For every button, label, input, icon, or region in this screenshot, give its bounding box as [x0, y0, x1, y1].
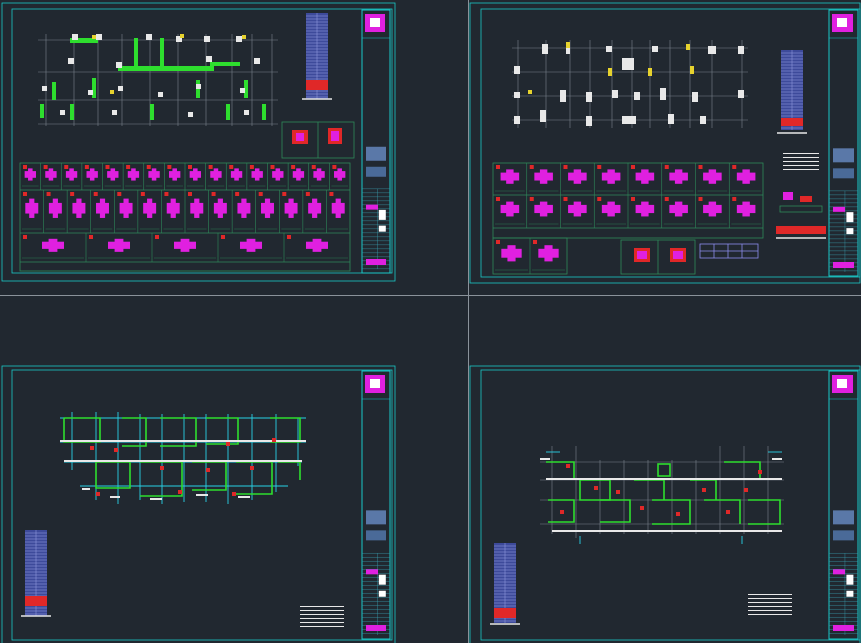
sheet-2-column-marks	[514, 44, 744, 126]
viewport-split-lines	[0, 0, 861, 643]
title-block-stamp	[828, 9, 859, 277]
title-block-stamp	[828, 370, 859, 640]
sheet-4-wall-outlines	[546, 461, 781, 525]
sheet-4-stair-core	[657, 463, 671, 477]
sheet-2-column-grid-plan	[512, 40, 748, 128]
sheet-4-rebar-marks	[560, 464, 762, 516]
sheet-2-inner-frame	[480, 8, 861, 278]
sheet-3-outer-frame	[1, 365, 396, 643]
sheet-2-stair-detail	[699, 243, 759, 259]
title-block-stamp	[361, 370, 391, 640]
sheet-3[interactable]	[1, 365, 396, 643]
sheet-3-floor-plan	[60, 412, 306, 504]
sheet-3-notes-block	[300, 606, 344, 627]
sheet-1-column-detail-table	[19, 162, 351, 272]
sheet-4-outer-frame	[469, 365, 861, 643]
building-elevation-key-icon	[21, 530, 51, 617]
sheet-2-notes-block	[776, 153, 826, 239]
sheet-3-wall-outlines	[63, 417, 301, 497]
sheet-3-axis-lines	[60, 412, 306, 504]
sheet-1-column-grid-plan	[38, 34, 278, 126]
building-elevation-key-icon	[490, 543, 520, 625]
sheet-3-inner-frame	[11, 369, 393, 641]
sheet-2-outer-frame	[469, 2, 861, 284]
cad-drawing-canvas[interactable]	[0, 0, 861, 643]
sheet-2-column-detail-table	[492, 162, 764, 275]
sheet-1[interactable]	[1, 2, 396, 282]
building-elevation-key-icon	[302, 13, 332, 100]
sheet-3-wall-segments	[60, 440, 306, 500]
sheet-4-notes-block	[748, 594, 792, 615]
sheet-1-column-detail-boxes	[281, 121, 355, 159]
cad-model-space-viewport[interactable]	[0, 0, 861, 643]
sheet-4-inner-frame	[480, 369, 861, 641]
sheet-4[interactable]	[469, 365, 861, 643]
sheet-2[interactable]	[469, 2, 861, 284]
building-elevation-key-icon	[777, 50, 807, 134]
sheet-4-floor-plan	[540, 446, 784, 544]
title-block-stamp	[361, 9, 391, 274]
